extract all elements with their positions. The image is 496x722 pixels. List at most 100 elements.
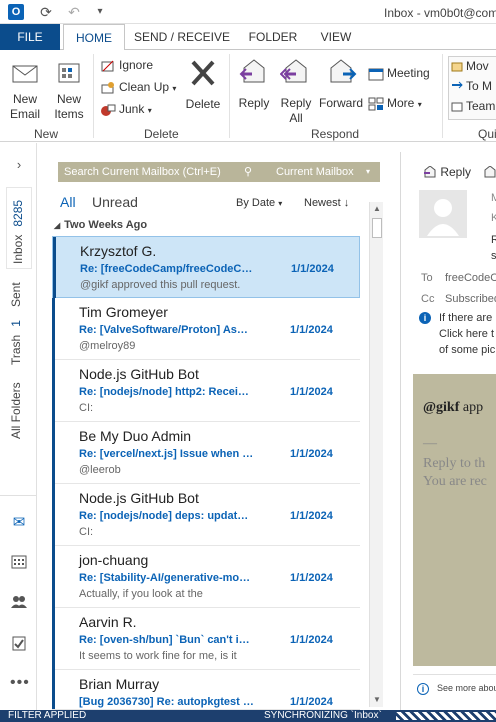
sort-by-dropdown[interactable]: By Date ▾ (236, 197, 282, 209)
ignore-button[interactable]: Ignore (100, 56, 153, 74)
list-item[interactable]: Node.js GitHub Bot Re: [nodejs/node] htt… (52, 360, 360, 422)
forward-button[interactable]: Forward (318, 58, 364, 111)
chevron-down-icon[interactable]: ▾ (366, 162, 370, 182)
move-icon (451, 60, 463, 74)
tab-folder[interactable]: FOLDER (243, 24, 303, 50)
scrollbar-thumb[interactable] (372, 218, 382, 238)
list-item[interactable]: jon-chuang Re: [Stability-AI/generative-… (52, 546, 360, 608)
info-line-3: of some pic (439, 344, 496, 356)
reply-all-small-icon[interactable] (483, 165, 496, 178)
group-label-delete: Delete (144, 127, 179, 141)
cc-value[interactable]: Subscribed (445, 293, 496, 305)
quick-step-move[interactable]: Mov (451, 57, 489, 75)
quick-step-team[interactable]: Team (451, 97, 495, 115)
group-header-label: Two Weeks Ago (64, 219, 148, 231)
customize-toolbar-icon[interactable]: ▾ (92, 4, 108, 20)
delete-button[interactable]: Delete (182, 58, 224, 112)
message-preview: @melroy89 (79, 340, 136, 352)
list-item[interactable]: Aarvin R. Re: [oven-sh/bun] `Bun` can't … (52, 608, 360, 670)
people-pane-bar[interactable]: i See more abou (413, 674, 496, 704)
message-sender: Brian Murray (79, 676, 160, 692)
outlook-logo-icon: O (8, 4, 24, 20)
send-receive-icon[interactable]: ⟳ (38, 4, 54, 20)
nav-sent-label: Sent (9, 282, 23, 307)
message-subject: [Bug 2036730] Re: autopkgtest ig... (79, 696, 254, 708)
reading-pane: Reply M K R s To freeCodeC Cc Subscribed… (400, 152, 496, 710)
status-filter-applied: FILTER APPLIED (8, 710, 87, 721)
quick-step-to-manager[interactable]: To M (451, 77, 492, 95)
tab-view[interactable]: VIEW (312, 24, 360, 50)
message-preview: CI: (79, 402, 94, 414)
header-initial-r: R (491, 234, 496, 246)
ribbon-tabs: FILE HOME SEND / RECEIVE FOLDER VIEW (0, 24, 496, 51)
list-item[interactable]: Be My Duo Admin Re: [vercel/next.js] Iss… (52, 422, 360, 484)
message-list-scrollbar[interactable]: ▲ ▼ (369, 202, 383, 707)
unread-indicator (52, 670, 55, 709)
list-item[interactable]: Tim Gromeyer Re: [ValveSoftware/Proton] … (52, 298, 360, 360)
junk-label: Junk (119, 102, 145, 116)
nav-all-folders[interactable]: All Folders (9, 382, 23, 439)
nav-inbox-text: Inbox 8285 (11, 200, 25, 264)
expand-folder-pane-icon[interactable]: › (10, 157, 28, 173)
scroll-down-icon[interactable]: ▼ (370, 693, 384, 707)
to-value[interactable]: freeCodeC (445, 272, 496, 284)
message-date: 1/1/2024 (290, 386, 333, 398)
nav-trash[interactable]: Trash 1 (9, 320, 23, 365)
clean-up-button[interactable]: Clean Up ▾ (100, 78, 176, 96)
people-icon[interactable] (10, 595, 28, 611)
new-items-button[interactable]: New Items (48, 58, 90, 122)
search-scope-dropdown[interactable]: Current Mailbox (276, 162, 354, 182)
reply-button[interactable]: Reply (234, 58, 274, 111)
message-date: 1/1/2024 (290, 510, 333, 522)
reply-all-button[interactable]: Reply All (276, 58, 316, 126)
nav-inbox-label: Inbox (11, 234, 25, 264)
tasks-icon[interactable] (10, 635, 28, 651)
message-subject: Re: [Stability-AI/generative-mode... (79, 572, 254, 584)
scroll-up-icon[interactable]: ▲ (370, 202, 384, 216)
quick-steps-gallery[interactable]: Mov To M Team (448, 56, 496, 120)
undo-icon[interactable]: ↶ (66, 4, 82, 20)
list-item[interactable]: Krzysztof G. Re: [freeCodeCamp/freeCodeC… (52, 236, 360, 299)
message-sender: Aarvin R. (79, 614, 137, 630)
nav-sent[interactable]: Sent (9, 282, 23, 307)
group-header[interactable]: ◢ Two Weeks Ago (54, 219, 147, 231)
body-you-are: You are rec (423, 474, 487, 489)
message-preview: Actually, if you look at the (79, 588, 203, 600)
message-date: 1/1/2024 (290, 696, 333, 708)
reply-small-icon (423, 165, 437, 178)
more-button[interactable]: More ▾ (368, 94, 422, 112)
collapse-triangle-icon[interactable]: ◢ (54, 221, 60, 230)
clean-up-icon (100, 81, 116, 95)
sort-order-toggle[interactable]: Newest ↓ (304, 197, 349, 209)
sort-order-label: Newest (304, 197, 341, 209)
tab-file[interactable]: FILE (0, 24, 60, 50)
message-date: 1/1/2024 (291, 263, 334, 275)
see-more-link[interactable]: See more abou (437, 683, 496, 693)
tab-home[interactable]: HOME (63, 24, 125, 51)
tab-send-receive[interactable]: SEND / RECEIVE (133, 24, 231, 50)
reply-button-reading[interactable]: Reply (423, 164, 471, 179)
search-icon[interactable]: ⚲ (244, 162, 252, 182)
more-apps-icon[interactable]: ••• (10, 675, 29, 691)
calendar-icon[interactable] (10, 555, 28, 571)
filter-unread[interactable]: Unread (92, 194, 138, 210)
new-email-button[interactable]: New Email (4, 58, 46, 122)
meeting-button[interactable]: Meeting (368, 64, 430, 82)
info-bar[interactable]: i If there are Click here t of some pic (417, 310, 496, 362)
search-box[interactable]: Search Current Mailbox (Ctrl+E) ⚲ Curren… (58, 162, 380, 182)
filter-all[interactable]: All (60, 194, 76, 210)
list-item[interactable]: Node.js GitHub Bot Re: [nodejs/node] dep… (52, 484, 360, 546)
nav-all-folders-label: All Folders (9, 382, 23, 439)
mail-icon[interactable]: ✉ (10, 515, 28, 531)
junk-icon (100, 103, 116, 117)
junk-button[interactable]: Junk ▾ (100, 100, 152, 118)
search-input-placeholder[interactable]: Search Current Mailbox (Ctrl+E) (64, 162, 221, 182)
message-body: @gikf app — Reply to th You are rec (413, 374, 496, 666)
delete-label: Delete (185, 97, 221, 111)
nav-inbox[interactable]: Inbox 8285 (6, 187, 32, 269)
clean-up-label: Clean Up (119, 80, 170, 94)
sort-by-label: By Date (236, 197, 276, 209)
meeting-icon (368, 67, 384, 81)
list-item[interactable]: Brian Murray [Bug 2036730] Re: autopkgte… (52, 670, 360, 710)
cc-label: Cc (421, 293, 435, 305)
